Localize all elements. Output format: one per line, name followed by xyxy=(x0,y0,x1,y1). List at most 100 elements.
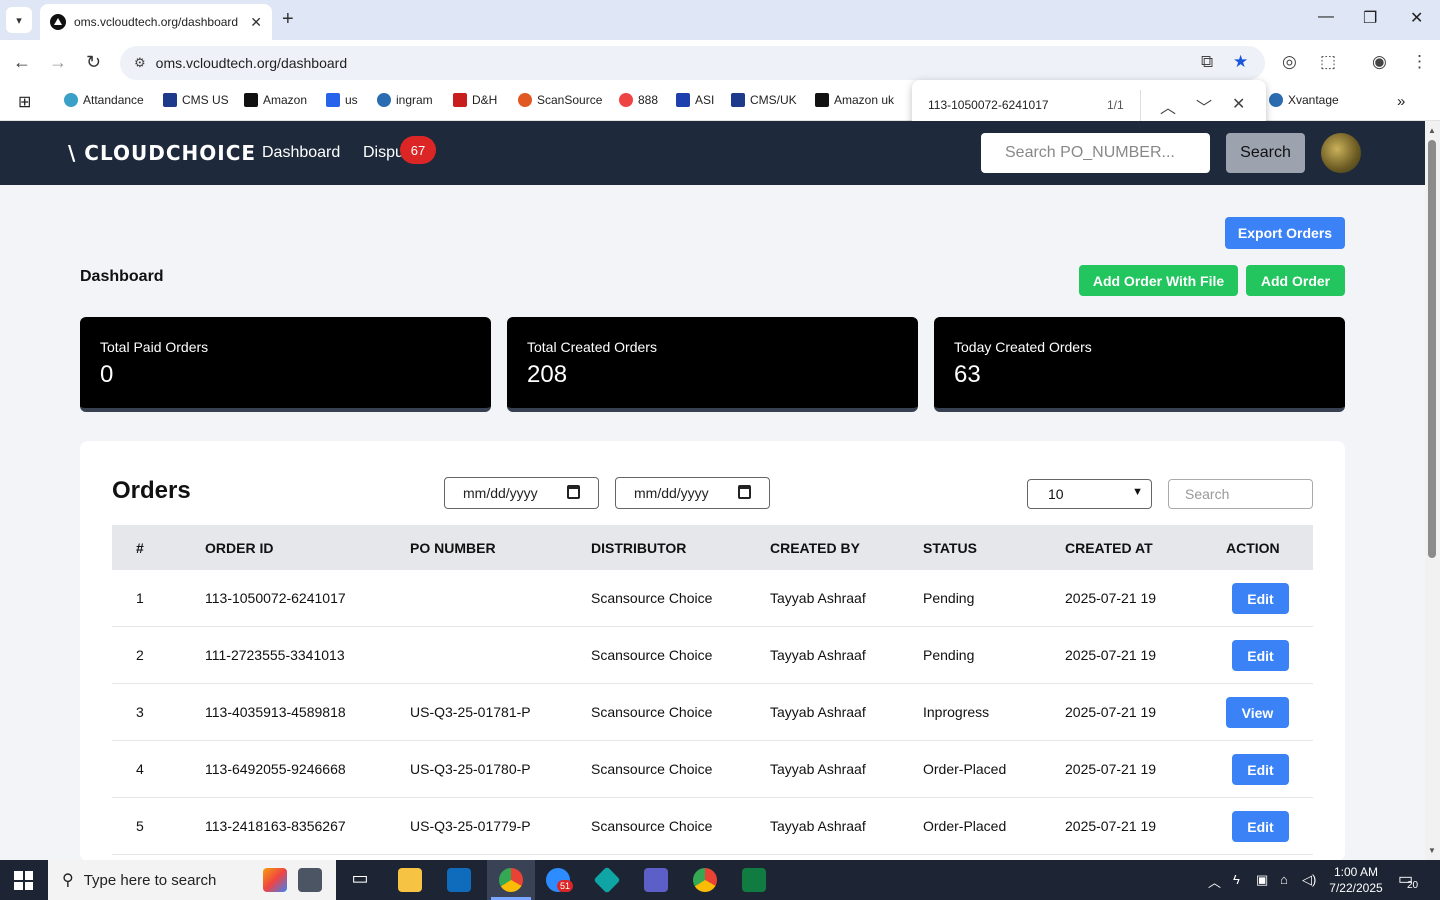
edit-button[interactable]: Edit xyxy=(1232,754,1289,785)
column-header: PO NUMBER xyxy=(410,540,496,556)
tab-search-icon[interactable]: ▾ xyxy=(6,7,32,33)
bookmark-item[interactable]: Amazon uk xyxy=(815,93,894,107)
bookmark-item[interactable]: 888 xyxy=(619,93,658,107)
chrome-icon[interactable] xyxy=(499,868,523,892)
taskbar-search[interactable]: ⚲ Type here to search xyxy=(48,860,336,900)
order-id: 113-2418163-8356267 xyxy=(205,818,346,834)
profile-icon[interactable]: ◉ xyxy=(1372,52,1387,72)
task-view-icon[interactable]: ▭ xyxy=(348,868,372,892)
po-number: US-Q3-25-01779-P xyxy=(410,818,531,834)
created-by: Tayyab Ashraaf xyxy=(770,590,866,606)
chrome-profile-icon[interactable] xyxy=(693,868,717,892)
browser-tab[interactable]: oms.vcloudtech.org/dashboard ✕ xyxy=(40,4,272,40)
bookmark-item[interactable]: D&H xyxy=(453,93,497,107)
tab-close-icon[interactable]: ✕ xyxy=(250,14,262,31)
add-order-button[interactable]: Add Order xyxy=(1246,265,1345,296)
date-from-input[interactable]: mm/dd/yyyy xyxy=(444,477,599,509)
new-tab-icon[interactable]: + xyxy=(282,8,294,31)
back-icon[interactable]: ← xyxy=(13,52,31,73)
edit-button[interactable]: Edit xyxy=(1232,640,1289,671)
avatar[interactable] xyxy=(1321,133,1361,173)
order-id: 113-6492055-9246668 xyxy=(205,761,346,777)
tray-chevron-icon[interactable]: ︿ xyxy=(1208,872,1221,891)
bookmark-item[interactable]: Attandance xyxy=(64,93,144,107)
column-header: # xyxy=(136,540,144,556)
table-header: # ORDER ID PO NUMBER DISTRIBUTOR CREATED… xyxy=(112,525,1313,570)
table-row: 4 113-6492055-9246668 US-Q3-25-01780-P S… xyxy=(112,741,1313,798)
order-id: 113-1050072-6241017 xyxy=(205,590,346,606)
outlook-icon[interactable] xyxy=(447,868,471,892)
bookmark-item[interactable]: Amazon xyxy=(244,93,307,107)
excel-icon[interactable] xyxy=(742,868,766,892)
add-order-with-file-button[interactable]: Add Order With File xyxy=(1079,265,1238,296)
nav-dispute[interactable]: Dispu xyxy=(363,144,404,162)
bookmark-star-icon[interactable]: ★ xyxy=(1233,52,1248,72)
window-close-icon[interactable]: ✕ xyxy=(1410,8,1423,28)
browser-tab-bar: ▾ oms.vcloudtech.org/dashboard ✕ + — ❐ ✕ xyxy=(0,0,1440,40)
forward-icon[interactable]: → xyxy=(49,52,67,73)
bookmark-item[interactable]: ASI xyxy=(676,93,714,107)
distributor: Scansource Choice xyxy=(591,590,713,606)
app-navbar: \ CLOUDCHOICE Dashboard Dispu 67 Search xyxy=(0,121,1425,185)
minimize-icon[interactable]: — xyxy=(1318,8,1334,26)
tray-wifi-icon[interactable]: ⌂ xyxy=(1280,872,1288,887)
stat-card-created: Total Created Orders 208 xyxy=(507,317,918,412)
menu-icon[interactable]: ⋮ xyxy=(1411,52,1428,72)
tray-network-icon[interactable]: ▣ xyxy=(1256,872,1268,888)
table-row: 2 111-2723555-3341013 Scansource Choice … xyxy=(112,627,1313,684)
translate-icon[interactable]: ◎ xyxy=(1282,52,1297,72)
scroll-thumb[interactable] xyxy=(1428,140,1436,558)
bookmark-item[interactable]: ScanSource xyxy=(518,93,602,107)
reload-icon[interactable]: ↻ xyxy=(86,52,101,73)
bookmark-item[interactable]: CMS US xyxy=(163,93,229,107)
teams-icon[interactable] xyxy=(644,868,668,892)
maximize-icon[interactable]: ❐ xyxy=(1363,8,1377,28)
find-previous-icon[interactable]: ︿ xyxy=(1160,94,1176,118)
po-number: US-Q3-25-01780-P xyxy=(410,761,531,777)
extensions-icon[interactable]: ⬚ xyxy=(1320,52,1336,72)
chevron-down-icon: ▼ xyxy=(1132,486,1143,498)
find-in-page-icon[interactable]: ⧉ xyxy=(1201,52,1213,72)
dispute-count-badge: 67 xyxy=(400,136,436,164)
tray-app-icon[interactable]: ϟ xyxy=(1233,872,1240,887)
page-size-select[interactable]: 10 ▼ xyxy=(1027,479,1152,509)
edit-button[interactable]: Edit xyxy=(1232,583,1289,614)
edit-button[interactable]: Edit xyxy=(1232,811,1289,842)
scroll-down-icon[interactable]: ▼ xyxy=(1428,846,1436,855)
windows-start-icon[interactable] xyxy=(14,871,33,890)
stat-value: 0 xyxy=(100,361,114,388)
orders-search-input[interactable] xyxy=(1168,479,1313,509)
view-button[interactable]: View xyxy=(1226,697,1289,728)
file-explorer-icon[interactable] xyxy=(398,868,422,892)
bookmark-item[interactable]: us xyxy=(326,93,358,107)
find-divider xyxy=(1140,90,1141,122)
scroll-up-icon[interactable]: ▲ xyxy=(1428,126,1436,135)
bookmark-item[interactable]: Xvantage xyxy=(1269,93,1339,107)
bookmark-item[interactable]: ingram xyxy=(377,93,433,107)
po-search-input[interactable] xyxy=(981,133,1210,173)
bookmark-item[interactable]: CMS/UK xyxy=(731,93,797,107)
omnibox[interactable]: ⚙ oms.vcloudtech.org/dashboard xyxy=(120,46,1265,80)
distributor: Scansource Choice xyxy=(591,818,713,834)
calendar-icon[interactable] xyxy=(738,485,751,499)
taskbar-clock[interactable]: 1:00 AM 7/22/2025 xyxy=(1325,864,1387,896)
nav-dashboard[interactable]: Dashboard xyxy=(262,144,340,162)
find-query[interactable]: 113-1050072-6241017 xyxy=(928,98,1049,112)
calendar-icon[interactable] xyxy=(567,485,580,499)
po-search-button[interactable]: Search xyxy=(1226,133,1305,173)
find-next-icon[interactable]: ﹀ xyxy=(1196,94,1212,118)
app-diamond-icon[interactable] xyxy=(593,866,621,894)
volume-icon[interactable]: ◁) xyxy=(1302,872,1316,888)
more-bookmarks-icon[interactable]: » xyxy=(1397,93,1405,110)
logo[interactable]: \ CLOUDCHOICE xyxy=(68,141,256,165)
stat-label: Total Created Orders xyxy=(527,339,657,355)
created-at: 2025-07-21 19 xyxy=(1065,704,1157,720)
find-close-icon[interactable]: ✕ xyxy=(1232,94,1245,114)
created-at: 2025-07-21 19 xyxy=(1065,590,1157,606)
apps-grid-icon[interactable]: ⊞ xyxy=(18,92,31,112)
date-to-input[interactable]: mm/dd/yyyy xyxy=(615,477,770,509)
site-info-icon[interactable]: ⚙ xyxy=(134,55,146,71)
zoom-badge: 51 xyxy=(557,880,574,892)
column-header: ACTION xyxy=(1226,540,1280,556)
export-orders-button[interactable]: Export Orders xyxy=(1225,217,1345,249)
